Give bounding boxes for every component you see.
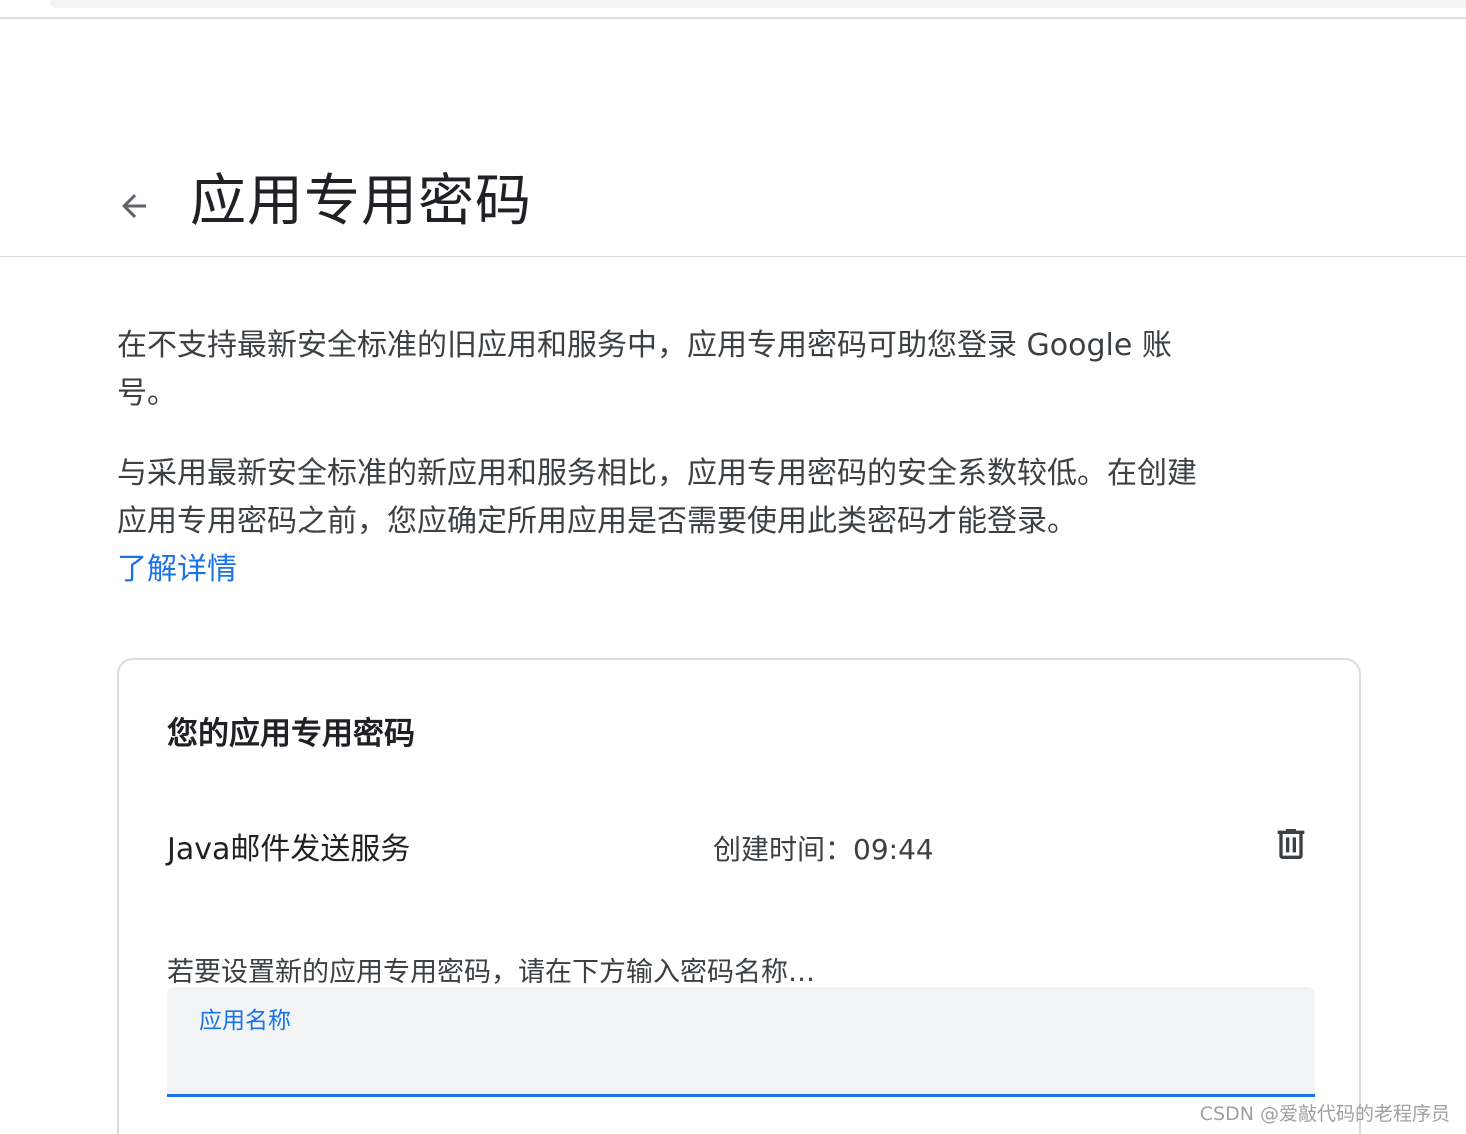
- back-button[interactable]: [108, 180, 160, 232]
- password-list-item: Java邮件发送服务 创建时间：09:44: [167, 820, 1317, 872]
- browser-toolbar: [50, 0, 1466, 8]
- password-created-time: 创建时间：09:44: [713, 833, 934, 866]
- app-name-field[interactable]: 应用名称: [167, 987, 1315, 1097]
- page-header: 应用专用密码: [0, 150, 1466, 257]
- security-note-paragraph: 与采用最新安全标准的新应用和服务相比，应用专用密码的安全系数较低。在创建应用专用…: [117, 450, 1217, 594]
- arrow-back-icon: [122, 194, 146, 218]
- browser-top-strip: [0, 0, 1466, 19]
- new-password-hint: 若要设置新的应用专用密码，请在下方输入密码名称…: [167, 957, 815, 988]
- learn-more-link[interactable]: 了解详情: [117, 546, 237, 594]
- delete-password-button[interactable]: [1267, 820, 1315, 868]
- trash-icon: [1277, 829, 1305, 859]
- card-title: 您的应用专用密码: [167, 716, 415, 752]
- password-name: Java邮件发送服务: [167, 832, 411, 867]
- page-title: 应用专用密码: [190, 169, 532, 234]
- security-note-text: 与采用最新安全标准的新应用和服务相比，应用专用密码的安全系数较低。在创建应用专用…: [117, 456, 1197, 539]
- intro-section: 在不支持最新安全标准的旧应用和服务中，应用专用密码可助您登录 Google 账号…: [117, 322, 1217, 594]
- intro-paragraph: 在不支持最新安全标准的旧应用和服务中，应用专用密码可助您登录 Google 账号…: [117, 328, 1172, 411]
- app-name-input[interactable]: [199, 1041, 1283, 1083]
- app-passwords-page: 应用专用密码 在不支持最新安全标准的旧应用和服务中，应用专用密码可助您登录 Go…: [0, 0, 1466, 1134]
- watermark: CSDN @爱敲代码的老程序员: [1199, 1103, 1450, 1125]
- app-name-label: 应用名称: [199, 1008, 291, 1034]
- app-passwords-card: 您的应用专用密码 Java邮件发送服务 创建时间：09:44 若要设置新的应用专…: [117, 658, 1361, 1134]
